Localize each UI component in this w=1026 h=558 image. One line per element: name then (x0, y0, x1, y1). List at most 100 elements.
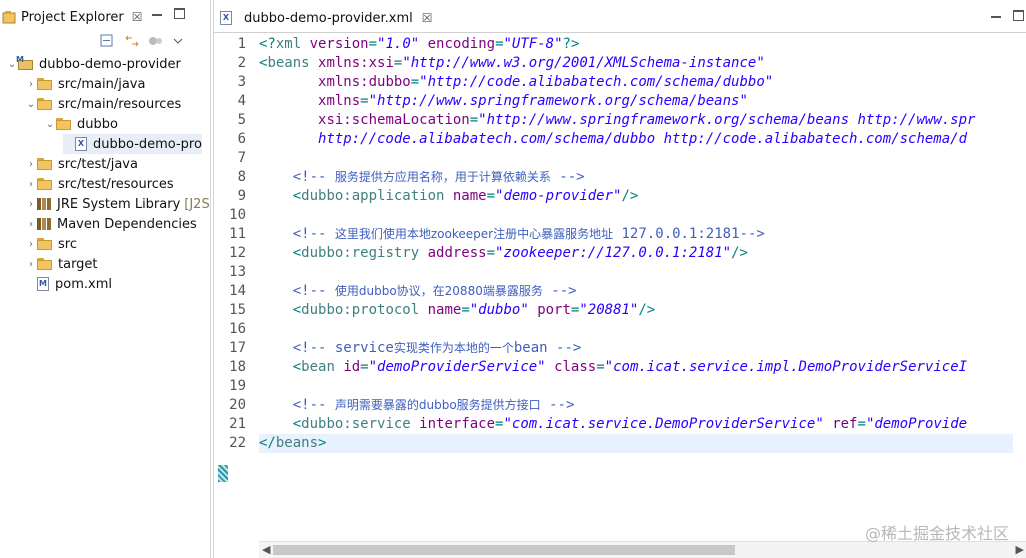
code-token: = (495, 36, 504, 52)
source-folder-icon (37, 78, 53, 90)
folder-icon (37, 258, 53, 270)
code-token: = (360, 93, 369, 109)
collapsed-arrow-icon[interactable]: › (25, 219, 37, 230)
code-token: ref (832, 416, 858, 432)
tree-item-label: pom.xml (55, 276, 112, 292)
code-token: "UTF-8" (503, 36, 563, 52)
code-line: </beans> (259, 434, 1019, 453)
code-token: <!-- (259, 397, 335, 413)
close-icon[interactable]: ☒ (422, 11, 433, 25)
tree-item[interactable]: › JRE System Library[J2SE (25, 194, 210, 214)
scrollbar-thumb[interactable] (273, 545, 735, 555)
expanded-arrow-icon[interactable]: ⌄ (44, 119, 56, 130)
line-number: 15 (229, 302, 246, 318)
code-area[interactable]: <?xml version="1.0" encoding="UTF-8"?> <b… (259, 33, 1026, 543)
code-token: dubbo:application (301, 188, 453, 204)
minimize-icon[interactable] (152, 14, 162, 18)
code-token: http://code.alibabatech.com/schema/dubbo… (259, 131, 968, 147)
code-token: id (343, 359, 361, 375)
code-token: = (410, 74, 420, 90)
collapsed-arrow-icon[interactable]: › (25, 179, 37, 190)
code-token: < (259, 245, 302, 261)
tree-item[interactable]: › target (25, 254, 98, 274)
code-token: xmlns (318, 93, 361, 109)
maximize-icon[interactable] (1013, 10, 1024, 21)
code-token: /> (638, 302, 656, 318)
code-token: class (554, 359, 597, 375)
code-token: < (259, 302, 302, 318)
code-line: xmlns="http://www.springframework.org/sc… (259, 92, 748, 111)
tree-item-label: dubbo-demo-provider (39, 56, 181, 72)
tree-item[interactable]: ⌄dubbo-demo-provider (6, 54, 181, 74)
tree-item-label: Maven Dependencies (57, 216, 197, 232)
link-with-editor-icon[interactable] (124, 34, 139, 48)
line-number: 18 (229, 359, 246, 375)
code-line: <?xml version="1.0" encoding="UTF-8"?> (259, 35, 579, 54)
close-icon[interactable]: ☒ (132, 10, 143, 24)
code-token: 服务提供方应用名称，用于计算依赖关系 (334, 170, 551, 184)
collapse-all-icon[interactable] (100, 34, 114, 48)
collapsed-arrow-icon[interactable]: › (25, 159, 37, 170)
tree-item[interactable]: › src/test/java (25, 154, 138, 174)
tree-item[interactable]: › src (25, 234, 77, 254)
current-line-marker (218, 465, 228, 482)
code-token: 实现类作为本地的一个 (393, 341, 514, 355)
code-token: > (318, 435, 327, 451)
xml-file-icon: X (220, 11, 232, 25)
line-number: 13 (229, 264, 246, 280)
filters-icon[interactable] (148, 34, 162, 48)
code-token: "demo-provider" (495, 188, 622, 204)
tree-item[interactable]: › src/test/resources (25, 174, 174, 194)
collapsed-arrow-icon[interactable]: › (25, 259, 37, 270)
code-token: xsi:schemaLocation (318, 112, 470, 128)
code-line: <dubbo:registry address="zookeeper://127… (259, 244, 748, 263)
minimize-icon[interactable] (991, 16, 1001, 20)
project-explorer-title: Project Explorer (21, 9, 124, 25)
code-token: "demoProvide (865, 416, 968, 432)
expanded-arrow-icon[interactable]: ⌄ (25, 99, 37, 110)
line-number: 4 (237, 93, 246, 109)
code-token: port (537, 302, 571, 318)
code-line: <!-- service实现类作为本地的一个bean --> (259, 339, 582, 358)
code-token: dubbo:registry (301, 245, 428, 261)
project-explorer: Project Explorer ☒ ⌄dubbo-demo-provider›… (0, 0, 211, 558)
source-folder-icon (37, 98, 53, 110)
xml-editor: X dubbo-demo-provider.xml ☒ 1 2 3 4 5 6 7 8 9 10 1… (213, 0, 1026, 558)
code-line: <dubbo:application name="demo-provider"/… (259, 187, 639, 206)
code-token: xmlns:dubbo (318, 74, 411, 90)
code-line: <!-- 使用dubbo协议，在20880端暴露服务 --> (259, 282, 577, 301)
collapsed-arrow-icon[interactable]: › (25, 239, 37, 250)
tree-item-label: dubbo-demo-pro (93, 136, 202, 152)
tree-item[interactable]: ⌄ dubbo (44, 114, 118, 134)
tree-item[interactable]: Mpom.xml (25, 274, 112, 294)
tab-project-explorer[interactable]: Project Explorer ☒ (2, 6, 143, 28)
tree-item[interactable]: Xdubbo-demo-pro (63, 134, 202, 154)
scroll-right-icon[interactable]: ▶ (1016, 543, 1024, 556)
code-token: name (452, 188, 487, 204)
code-token: <!-- (259, 226, 335, 242)
line-number: 17 (229, 340, 246, 356)
maximize-icon[interactable] (174, 8, 185, 19)
code-token: /> (731, 245, 748, 261)
explorer-toolbar (100, 34, 186, 48)
tree-item[interactable]: › src/main/java (25, 74, 145, 94)
line-number: 2 (237, 55, 246, 71)
code-token: <!-- (259, 169, 335, 185)
collapsed-arrow-icon[interactable]: › (25, 79, 37, 90)
overview-ruler (1013, 33, 1026, 543)
tree-item[interactable]: › Maven Dependencies (25, 214, 197, 234)
tab-dubbo-demo-provider-xml[interactable]: X dubbo-demo-provider.xml ☒ (220, 6, 433, 30)
collapsed-arrow-icon[interactable]: › (25, 199, 37, 210)
line-number: 11 (229, 226, 246, 242)
tree-item-label: src/main/resources (58, 96, 182, 112)
line-number: 16 (229, 321, 246, 337)
scroll-left-icon[interactable]: ◀ (262, 543, 270, 556)
tree-item[interactable]: ⌄ src/main/resources (25, 94, 181, 114)
view-menu-icon[interactable] (172, 34, 186, 48)
project-explorer-header: Project Explorer ☒ (0, 0, 210, 30)
code-token: = (486, 188, 496, 204)
code-token: <!-- (259, 283, 335, 299)
